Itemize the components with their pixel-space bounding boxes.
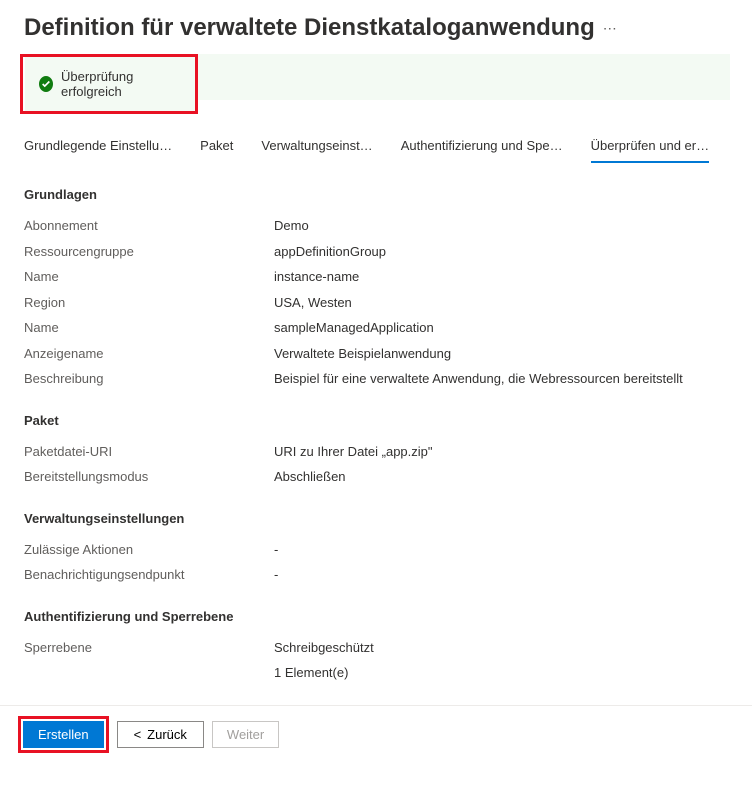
- value-allowedactions: -: [274, 540, 278, 560]
- footer-bar: Erstellen < Zurück Weiter: [0, 706, 752, 763]
- row-deploymode: Bereitstellungsmodus Abschließen: [24, 467, 728, 487]
- label-deploymode: Bereitstellungsmodus: [24, 467, 274, 487]
- row-subscription: Abonnement Demo: [24, 216, 728, 236]
- label-resourcegroup: Ressourcengruppe: [24, 242, 274, 262]
- create-button[interactable]: Erstellen: [23, 721, 104, 748]
- more-icon[interactable]: ⋯: [603, 20, 618, 37]
- review-content: Grundlagen Abonnement Demo Ressourcengru…: [0, 163, 752, 697]
- row-displayname: Anzeigename Verwaltete Beispielanwendung: [24, 344, 728, 364]
- value-name2: sampleManagedApplication: [274, 318, 434, 338]
- label-name2: Name: [24, 318, 274, 338]
- value-resourcegroup: appDefinitionGroup: [274, 242, 386, 262]
- tab-review[interactable]: Überprüfen und er…: [591, 138, 710, 163]
- page-title: Definition für verwaltete Dienstkataloga…: [24, 14, 595, 42]
- value-elements: 1 Element(e): [274, 663, 348, 683]
- validation-highlight: Überprüfung erfolgreich: [20, 54, 198, 114]
- label-region: Region: [24, 293, 274, 313]
- create-highlight: Erstellen: [18, 716, 109, 753]
- section-basics-title: Grundlagen: [24, 187, 728, 202]
- row-elements: 1 Element(e): [24, 663, 728, 683]
- value-deploymode: Abschließen: [274, 467, 346, 487]
- value-displayname: Verwaltete Beispielanwendung: [274, 344, 451, 364]
- section-management-title: Verwaltungseinstellungen: [24, 511, 728, 526]
- tab-auth[interactable]: Authentifizierung und Spe…: [401, 138, 563, 163]
- row-name1: Name instance-name: [24, 267, 728, 287]
- value-locklevel: Schreibgeschützt: [274, 638, 374, 658]
- tab-package[interactable]: Paket: [200, 138, 233, 163]
- row-name2: Name sampleManagedApplication: [24, 318, 728, 338]
- section-auth-title: Authentifizierung und Sperrebene: [24, 609, 728, 624]
- row-notificationendpoint: Benachrichtigungsendpunkt -: [24, 565, 728, 585]
- label-locklevel: Sperrebene: [24, 638, 274, 658]
- row-description: Beschreibung Beispiel für eine verwaltet…: [24, 369, 728, 389]
- page-header: Definition für verwaltete Dienstkataloga…: [0, 0, 752, 52]
- label-name1: Name: [24, 267, 274, 287]
- section-package-title: Paket: [24, 413, 728, 428]
- validation-banner: Überprüfung erfolgreich: [25, 57, 195, 111]
- row-resourcegroup: Ressourcengruppe appDefinitionGroup: [24, 242, 728, 262]
- tab-management[interactable]: Verwaltungseinst…: [261, 138, 372, 163]
- row-locklevel: Sperrebene Schreibgeschützt: [24, 638, 728, 658]
- value-packageuri: URI zu Ihrer Datei „app.zip": [274, 442, 433, 462]
- back-label: Zurück: [147, 727, 187, 742]
- value-region: USA, Westen: [274, 293, 352, 313]
- validation-message: Überprüfung erfolgreich: [61, 69, 181, 99]
- success-check-icon: [39, 76, 53, 92]
- next-button: Weiter: [212, 721, 279, 748]
- value-name1: instance-name: [274, 267, 359, 287]
- label-subscription: Abonnement: [24, 216, 274, 236]
- label-packageuri: Paketdatei-URI: [24, 442, 274, 462]
- row-region: Region USA, Westen: [24, 293, 728, 313]
- label-displayname: Anzeigename: [24, 344, 274, 364]
- back-button[interactable]: < Zurück: [117, 721, 204, 748]
- label-description: Beschreibung: [24, 369, 274, 389]
- value-description: Beispiel für eine verwaltete Anwendung, …: [274, 369, 683, 389]
- row-allowedactions: Zulässige Aktionen -: [24, 540, 728, 560]
- label-allowedactions: Zulässige Aktionen: [24, 540, 274, 560]
- label-notificationendpoint: Benachrichtigungsendpunkt: [24, 565, 274, 585]
- value-subscription: Demo: [274, 216, 309, 236]
- value-notificationendpoint: -: [274, 565, 278, 585]
- row-packageuri: Paketdatei-URI URI zu Ihrer Datei „app.z…: [24, 442, 728, 462]
- chevron-left-icon: <: [134, 727, 142, 742]
- label-elements: [24, 663, 274, 683]
- tab-basics[interactable]: Grundlegende Einstellu…: [24, 138, 172, 163]
- tab-bar: Grundlegende Einstellu… Paket Verwaltung…: [0, 114, 752, 163]
